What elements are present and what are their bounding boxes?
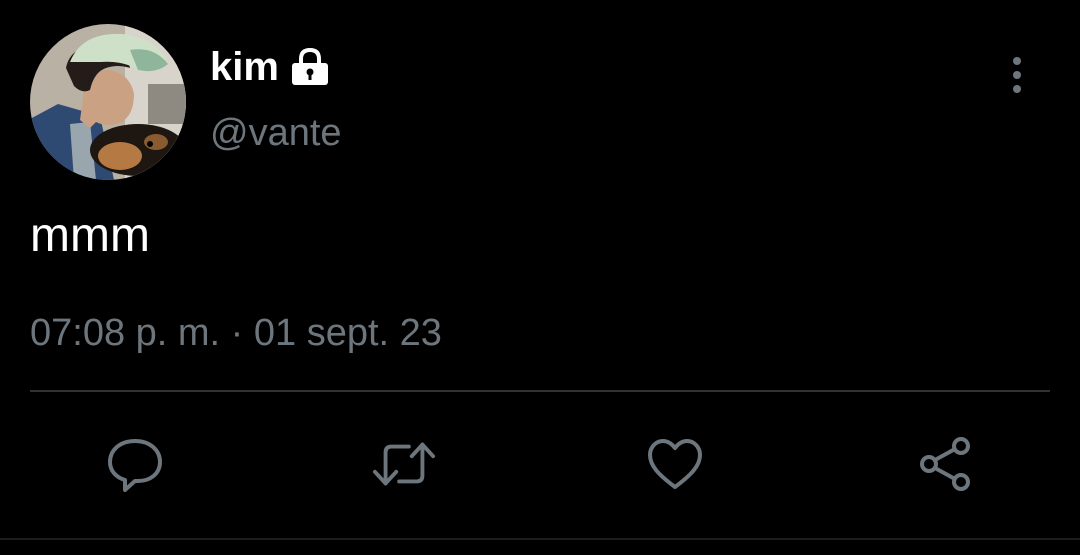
tweet-text: mmm <box>30 209 150 262</box>
avatar-image <box>30 24 186 180</box>
tweet-timestamp[interactable]: 07:08 p. m. · 01 sept. 23 <box>30 312 442 355</box>
share-button[interactable] <box>913 432 977 496</box>
retweet-button[interactable] <box>372 432 436 496</box>
share-icon <box>920 437 970 491</box>
avatar[interactable] <box>30 24 186 180</box>
bottom-divider <box>0 538 1080 540</box>
divider <box>30 390 1050 392</box>
retweet-icon <box>372 442 436 486</box>
more-options-icon[interactable] <box>1000 52 1034 98</box>
display-name: kim <box>210 44 279 89</box>
reply-button[interactable] <box>103 432 167 496</box>
lock-icon <box>289 46 331 88</box>
display-name-row[interactable]: kim <box>210 44 331 90</box>
heart-icon <box>648 439 702 489</box>
user-handle[interactable]: @vante <box>210 112 342 155</box>
reply-icon <box>108 439 162 492</box>
tweet-card: kim @vante mmm 07:08 p. m. · 01 sept. 23 <box>0 0 1080 555</box>
like-button[interactable] <box>643 432 707 496</box>
